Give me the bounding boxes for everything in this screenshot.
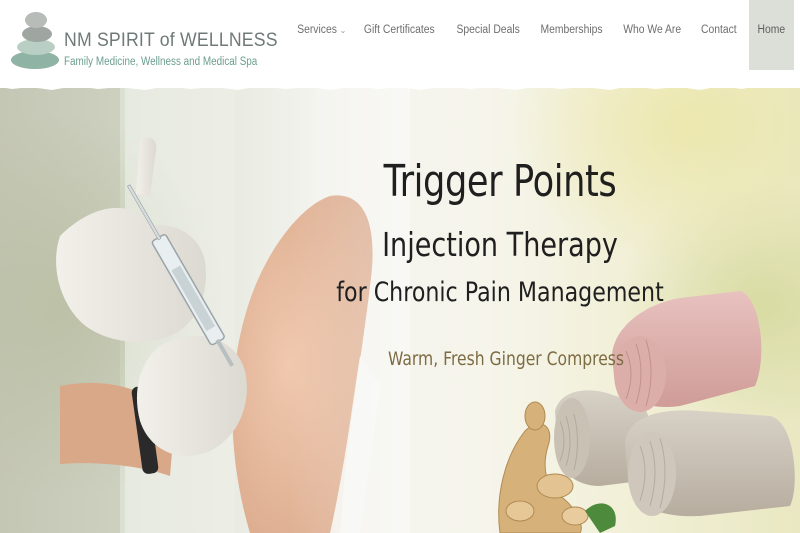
nav-item-special-deals[interactable]: Special Deals <box>446 0 530 70</box>
hero-image <box>0 86 795 533</box>
nav-item-label: Gift Certificates <box>364 24 436 36</box>
stacked-stones-logo-icon <box>11 12 59 69</box>
hero-title: Trigger Points <box>383 156 617 207</box>
chevron-down-icon: ⌄ <box>339 26 347 35</box>
nav-item-label: Who We Are <box>623 24 682 36</box>
hero-subtitle: Warm, Fresh Ginger Compress <box>387 348 625 370</box>
nav-item-label: Home <box>757 24 786 36</box>
hero-title-line3: for Chronic Pain Management <box>336 277 664 308</box>
nav-item-label: Special Deals <box>456 24 520 36</box>
site-header: NM SPIRIT of WELLNESS Family Medicine, W… <box>0 0 800 88</box>
site-tagline: Family Medicine, Wellness and Medical Sp… <box>64 56 258 68</box>
nav-item-label: Services <box>296 24 337 36</box>
nav-item-home[interactable]: Home <box>749 0 794 70</box>
nav-item-label: Memberships <box>540 24 603 36</box>
hero-title-line2: Injection Therapy <box>382 225 618 264</box>
nav-item-memberships[interactable]: Memberships <box>530 0 613 70</box>
nav-item-gift-certificates[interactable]: Gift Certificates <box>353 0 446 70</box>
site-title: NM SPIRIT of WELLNESS <box>64 30 278 51</box>
main-nav: Services ⌄ Gift Certificates Special Dea… <box>288 0 794 70</box>
torn-paper-edge <box>0 78 800 90</box>
nav-item-services[interactable]: Services ⌄ <box>288 0 354 70</box>
hero-banner: Trigger Points Injection Therapy for Chr… <box>0 86 800 533</box>
site-logo[interactable]: NM SPIRIT of WELLNESS Family Medicine, W… <box>10 10 278 72</box>
nav-item-contact[interactable]: Contact <box>692 0 746 70</box>
nav-item-who-we-are[interactable]: Who We Are <box>613 0 691 70</box>
nav-item-label: Contact <box>700 24 737 36</box>
